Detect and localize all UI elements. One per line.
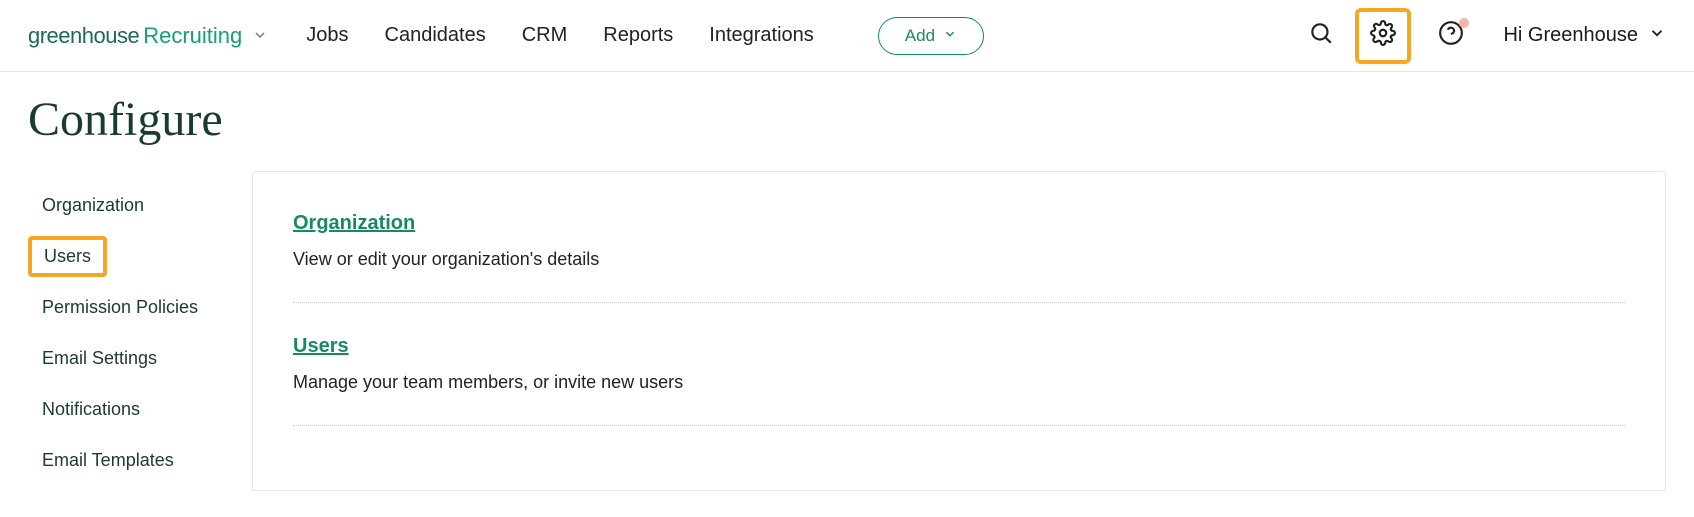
nav-link-jobs[interactable]: Jobs [306,24,348,47]
chevron-down-icon [1648,24,1666,48]
logo-product-switcher[interactable]: greenhouse Recruiting [28,23,268,49]
user-greeting-text: Hi Greenhouse [1503,24,1638,47]
sidebar-item-email-templates[interactable]: Email Templates [28,440,188,481]
nav-link-crm[interactable]: CRM [522,24,568,47]
section-organization: Organization View or edit your organizat… [293,212,1625,303]
page-title: Configure [28,92,1666,147]
sidebar-item-users[interactable]: Users [28,236,107,277]
add-button[interactable]: Add [878,17,984,55]
section-desc-organization: View or edit your organization's details [293,249,1625,270]
nav-link-integrations[interactable]: Integrations [709,24,814,47]
search-button[interactable] [1301,16,1341,56]
help-button[interactable] [1431,16,1471,56]
top-nav: greenhouse Recruiting Jobs Candidates CR… [0,0,1694,72]
logo-primary: greenhouse [28,23,139,49]
section-desc-users: Manage your team members, or invite new … [293,372,1625,393]
search-icon [1308,20,1334,51]
chevron-down-icon [252,27,268,48]
notification-dot-icon [1459,18,1469,28]
gear-icon [1370,20,1396,51]
section-link-organization[interactable]: Organization [293,212,415,235]
chevron-down-icon [943,26,957,46]
user-menu[interactable]: Hi Greenhouse [1503,24,1666,48]
sidebar-item-organization[interactable]: Organization [28,185,158,226]
logo-secondary: Recruiting [143,23,242,49]
settings-button[interactable] [1363,16,1403,56]
configure-sidebar: Organization Users Permission Policies E… [28,171,252,491]
nav-link-reports[interactable]: Reports [603,24,673,47]
settings-button-highlight [1355,8,1411,64]
nav-link-candidates[interactable]: Candidates [385,24,486,47]
content-panel: Organization View or edit your organizat… [252,171,1666,491]
sidebar-item-email-settings[interactable]: Email Settings [28,338,171,379]
section-users: Users Manage your team members, or invit… [293,335,1625,426]
add-button-label: Add [905,26,935,46]
sidebar-item-permission-policies[interactable]: Permission Policies [28,287,212,328]
sidebar-item-notifications[interactable]: Notifications [28,389,154,430]
section-link-users[interactable]: Users [293,335,349,358]
primary-nav: Jobs Candidates CRM Reports Integrations [306,24,814,47]
